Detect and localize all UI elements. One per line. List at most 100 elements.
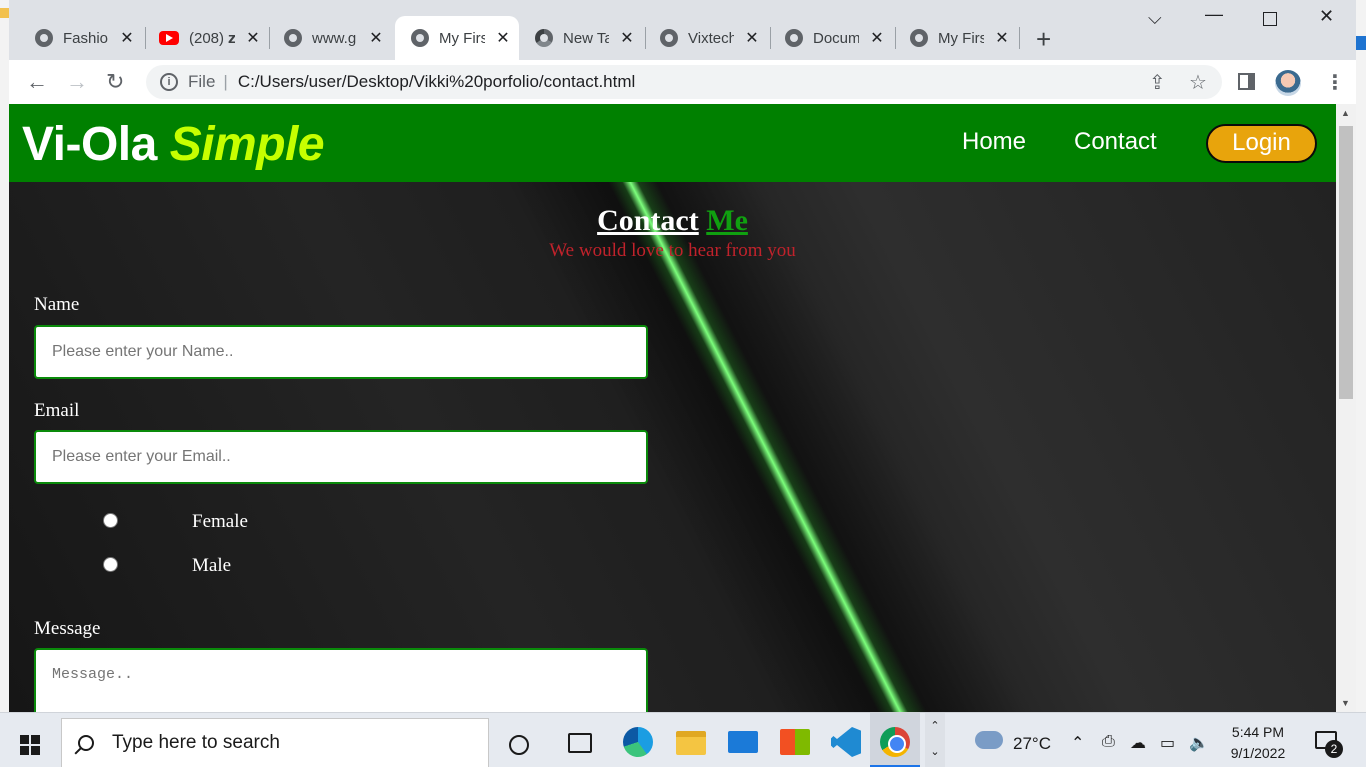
close-window-icon[interactable]: ✕ <box>1319 6 1334 27</box>
side-panel-icon[interactable] <box>1238 73 1255 90</box>
weather-cloud-icon[interactable] <box>975 731 1003 749</box>
site-logo[interactable]: Vi-Ola Simple <box>22 117 325 172</box>
profile-avatar[interactable] <box>1275 70 1301 96</box>
close-tab-icon[interactable]: ✕ <box>495 28 511 48</box>
search-icon <box>78 735 94 751</box>
windows-start-icon[interactable] <box>20 735 40 755</box>
desktop-item <box>1356 36 1366 50</box>
name-label: Name <box>34 294 80 315</box>
cortana-icon[interactable] <box>509 735 529 755</box>
url-text[interactable]: C:/Users/user/Desktop/Vikki%20porfolio/c… <box>238 72 635 92</box>
tab-new-tab[interactable]: New Ta ✕ <box>519 16 643 60</box>
new-tab-icon[interactable]: + <box>1036 24 1051 55</box>
taskbar-search[interactable]: Type here to search <box>61 718 489 767</box>
tray-chevron-icon[interactable]: ⌃ <box>1071 733 1084 753</box>
minimize-icon[interactable]: — <box>1205 4 1223 25</box>
tab-title: New Ta <box>563 29 609 47</box>
tab-vixtech[interactable]: Vixtech ✕ <box>644 16 768 60</box>
battery-icon[interactable]: ▭ <box>1160 733 1175 753</box>
scroll-down-icon[interactable]: ▼ <box>1341 698 1350 708</box>
clock-date: 9/1/2022 <box>1230 745 1286 761</box>
tab-title: My Firs <box>439 29 485 47</box>
browser-toolbar: ← → ↻ i File | C:/Users/user/Desktop/Vik… <box>9 60 1356 104</box>
close-tab-icon[interactable]: ✕ <box>368 28 384 48</box>
notification-badge: 2 <box>1325 740 1343 758</box>
message-textarea[interactable] <box>34 648 648 712</box>
task-view-icon[interactable] <box>568 733 592 753</box>
tab-my-first-2[interactable]: My Firs ✕ <box>894 16 1018 60</box>
bookmark-star-icon[interactable]: ☆ <box>1189 70 1207 95</box>
female-label: Female <box>192 511 248 532</box>
male-label: Male <box>192 555 232 576</box>
close-tab-icon[interactable]: ✕ <box>119 28 135 48</box>
info-icon[interactable]: i <box>160 73 178 91</box>
address-bar[interactable]: i File | C:/Users/user/Desktop/Vikki%20p… <box>146 65 1222 99</box>
search-placeholder: Type here to search <box>112 732 280 753</box>
tab-title: Docum <box>813 29 859 47</box>
menu-kebab-icon[interactable]: ⋮ <box>1325 70 1345 95</box>
tab-title: (208) 𝐳 <box>189 29 235 47</box>
globe-icon <box>284 29 302 47</box>
mail-icon[interactable] <box>728 731 758 753</box>
system-clock[interactable]: 5:44 PM 9/1/2022 <box>1222 722 1294 764</box>
name-input[interactable] <box>34 325 648 379</box>
heading-accent: Me <box>706 204 748 237</box>
chrome-taskbar-icon[interactable] <box>880 727 910 757</box>
forward-icon[interactable]: → <box>66 69 88 95</box>
globe-icon <box>411 29 429 47</box>
reload-icon[interactable]: ↻ <box>106 69 124 95</box>
nav-link-contact[interactable]: Contact <box>1074 128 1157 156</box>
desktop-edge-right <box>1356 0 1366 712</box>
close-tab-icon[interactable]: ✕ <box>869 28 885 48</box>
close-tab-icon[interactable]: ✕ <box>994 28 1010 48</box>
tab-www[interactable]: www.g ✕ <box>268 16 392 60</box>
globe-icon <box>35 29 53 47</box>
site-navbar: Vi-Ola Simple Home Contact Login <box>9 104 1336 182</box>
chrome-icon <box>535 29 553 47</box>
close-tab-icon[interactable]: ✕ <box>619 28 635 48</box>
tab-title: Vixtech <box>688 29 734 47</box>
folder-icon <box>0 8 9 18</box>
clock-time: 5:44 PM <box>1231 724 1285 740</box>
taskbar-overflow-icon[interactable]: ⌃ ⌄ <box>925 713 945 767</box>
maximize-icon[interactable] <box>1263 12 1277 26</box>
page-viewport: Vi-Ola Simple Home Contact Login Contact… <box>9 104 1336 712</box>
scrollbar-thumb[interactable] <box>1339 126 1353 399</box>
youtube-icon <box>159 31 179 45</box>
contact-subtitle: We would love to hear from you <box>549 240 796 261</box>
message-label: Message <box>34 618 101 639</box>
edge-icon[interactable] <box>623 727 653 757</box>
heading-main: Contact <box>597 204 699 237</box>
email-label: Email <box>34 400 80 421</box>
tab-title: Fashion <box>63 29 109 47</box>
onedrive-error-icon[interactable]: ☁ <box>1130 733 1146 753</box>
divider: | <box>223 72 228 91</box>
temperature[interactable]: 27°C <box>1013 734 1051 754</box>
login-button[interactable]: Login <box>1206 124 1317 163</box>
page-scrollbar[interactable]: ▲ ▼ <box>1336 104 1356 712</box>
volume-icon[interactable]: 🔈 <box>1189 733 1209 753</box>
scroll-up-icon[interactable]: ▲ <box>1341 108 1350 118</box>
tab-title: www.g <box>312 29 357 47</box>
tab-fashion[interactable]: Fashion ✕ <box>19 16 143 60</box>
tab-my-first-active[interactable]: My Firs ✕ <box>395 16 519 60</box>
close-tab-icon[interactable]: ✕ <box>744 28 760 48</box>
tab-separator <box>1019 27 1020 49</box>
tab-youtube[interactable]: (208) 𝐳 ✕ <box>143 16 267 60</box>
email-input[interactable] <box>34 430 648 484</box>
close-tab-icon[interactable]: ✕ <box>245 28 261 48</box>
store-icon[interactable] <box>780 729 810 755</box>
meet-now-icon[interactable]: ⎙ <box>1102 733 1115 751</box>
tab-search-chevron-icon[interactable]: ⌵ <box>1148 8 1162 29</box>
file-explorer-icon[interactable] <box>676 731 706 755</box>
male-radio[interactable] <box>103 557 118 572</box>
nav-link-home[interactable]: Home <box>962 128 1026 156</box>
share-icon[interactable]: ⇪ <box>1149 70 1166 95</box>
contact-section: Contact Me We would love to hear from yo… <box>9 182 1336 712</box>
desktop-edge-left <box>0 0 9 712</box>
vscode-icon[interactable] <box>831 727 861 757</box>
female-radio[interactable] <box>103 513 118 528</box>
back-icon[interactable]: ← <box>26 69 48 95</box>
tab-title: My Firs <box>938 29 984 47</box>
tab-document[interactable]: Docum ✕ <box>769 16 893 60</box>
